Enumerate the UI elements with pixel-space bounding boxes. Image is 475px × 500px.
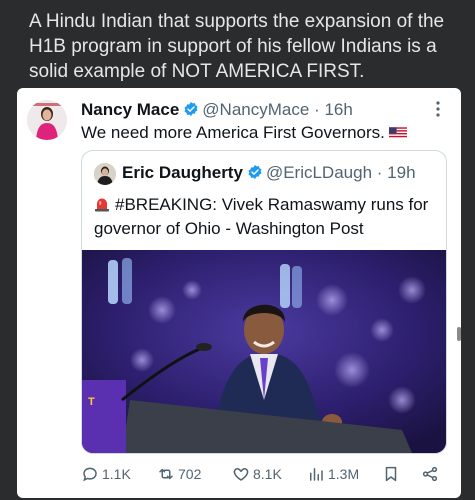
svg-text:T: T bbox=[88, 396, 95, 408]
tweet-text: We need more America First Governors. bbox=[81, 123, 407, 143]
reply-count: 1.1K bbox=[102, 466, 131, 482]
verified-badge-icon bbox=[248, 165, 262, 179]
tweet-text-body: We need more America First Governors. bbox=[81, 123, 385, 142]
quoted-avatar[interactable] bbox=[94, 163, 116, 185]
quoted-tweet[interactable]: Eric Daugherty @EricLDaugh · 19h #BREAKIN… bbox=[81, 150, 447, 454]
quoted-avatar-image bbox=[94, 163, 116, 185]
quoted-author-handle[interactable]: @EricLDaugh bbox=[266, 163, 372, 182]
siren-icon bbox=[95, 198, 109, 212]
views-button[interactable]: 1.3M bbox=[307, 463, 359, 485]
like-button[interactable]: 8.1K bbox=[232, 463, 282, 485]
author-handle[interactable]: @NancyMace bbox=[202, 100, 309, 119]
author-name[interactable]: Nancy Mace bbox=[81, 100, 179, 119]
us-flag-icon bbox=[388, 127, 407, 139]
repost-button[interactable]: 702 bbox=[157, 463, 201, 485]
share-button[interactable] bbox=[421, 463, 442, 485]
views-icon bbox=[310, 468, 323, 481]
repost-count: 702 bbox=[178, 466, 202, 482]
separator-dot: · bbox=[314, 100, 320, 119]
scrollbar-thumb[interactable] bbox=[457, 327, 461, 341]
quoted-tweet-header: Eric Daugherty @EricLDaugh · 19h bbox=[122, 163, 416, 183]
more-options-icon[interactable] bbox=[429, 100, 447, 118]
view-count: 1.3M bbox=[328, 466, 360, 482]
timestamp[interactable]: 16h bbox=[324, 100, 352, 119]
embedded-tweet-card[interactable]: Nancy Mace @NancyMace · 16h We need more … bbox=[17, 88, 461, 498]
post-caption: A Hindu Indian that supports the expansi… bbox=[29, 11, 445, 82]
tweet-header: Nancy Mace @NancyMace · 16h bbox=[81, 100, 353, 120]
photo-image: T bbox=[82, 250, 446, 453]
action-bar: 1.1K 702 8.1K 1.3M bbox=[17, 459, 461, 489]
quoted-tweet-text: #BREAKING: Vivek Ramaswamy runs for gove… bbox=[94, 193, 434, 241]
reply-icon bbox=[83, 467, 97, 482]
quoted-tweet-body: #BREAKING: Vivek Ramaswamy runs for gove… bbox=[94, 195, 429, 238]
separator-dot: · bbox=[376, 163, 383, 182]
repost-icon bbox=[159, 468, 173, 480]
avatar-image bbox=[27, 100, 67, 140]
heart-icon bbox=[233, 468, 249, 481]
bookmark-button[interactable] bbox=[382, 463, 403, 485]
quoted-author-name[interactable]: Eric Daugherty bbox=[122, 163, 243, 182]
verified-badge-icon bbox=[184, 102, 198, 116]
share-icon bbox=[422, 466, 438, 482]
news-photo[interactable]: T bbox=[82, 250, 446, 453]
like-count: 8.1K bbox=[253, 466, 282, 482]
reply-button[interactable]: 1.1K bbox=[81, 463, 131, 485]
quoted-timestamp[interactable]: 19h bbox=[387, 163, 415, 182]
avatar[interactable] bbox=[27, 100, 67, 140]
bookmark-icon bbox=[385, 466, 397, 482]
